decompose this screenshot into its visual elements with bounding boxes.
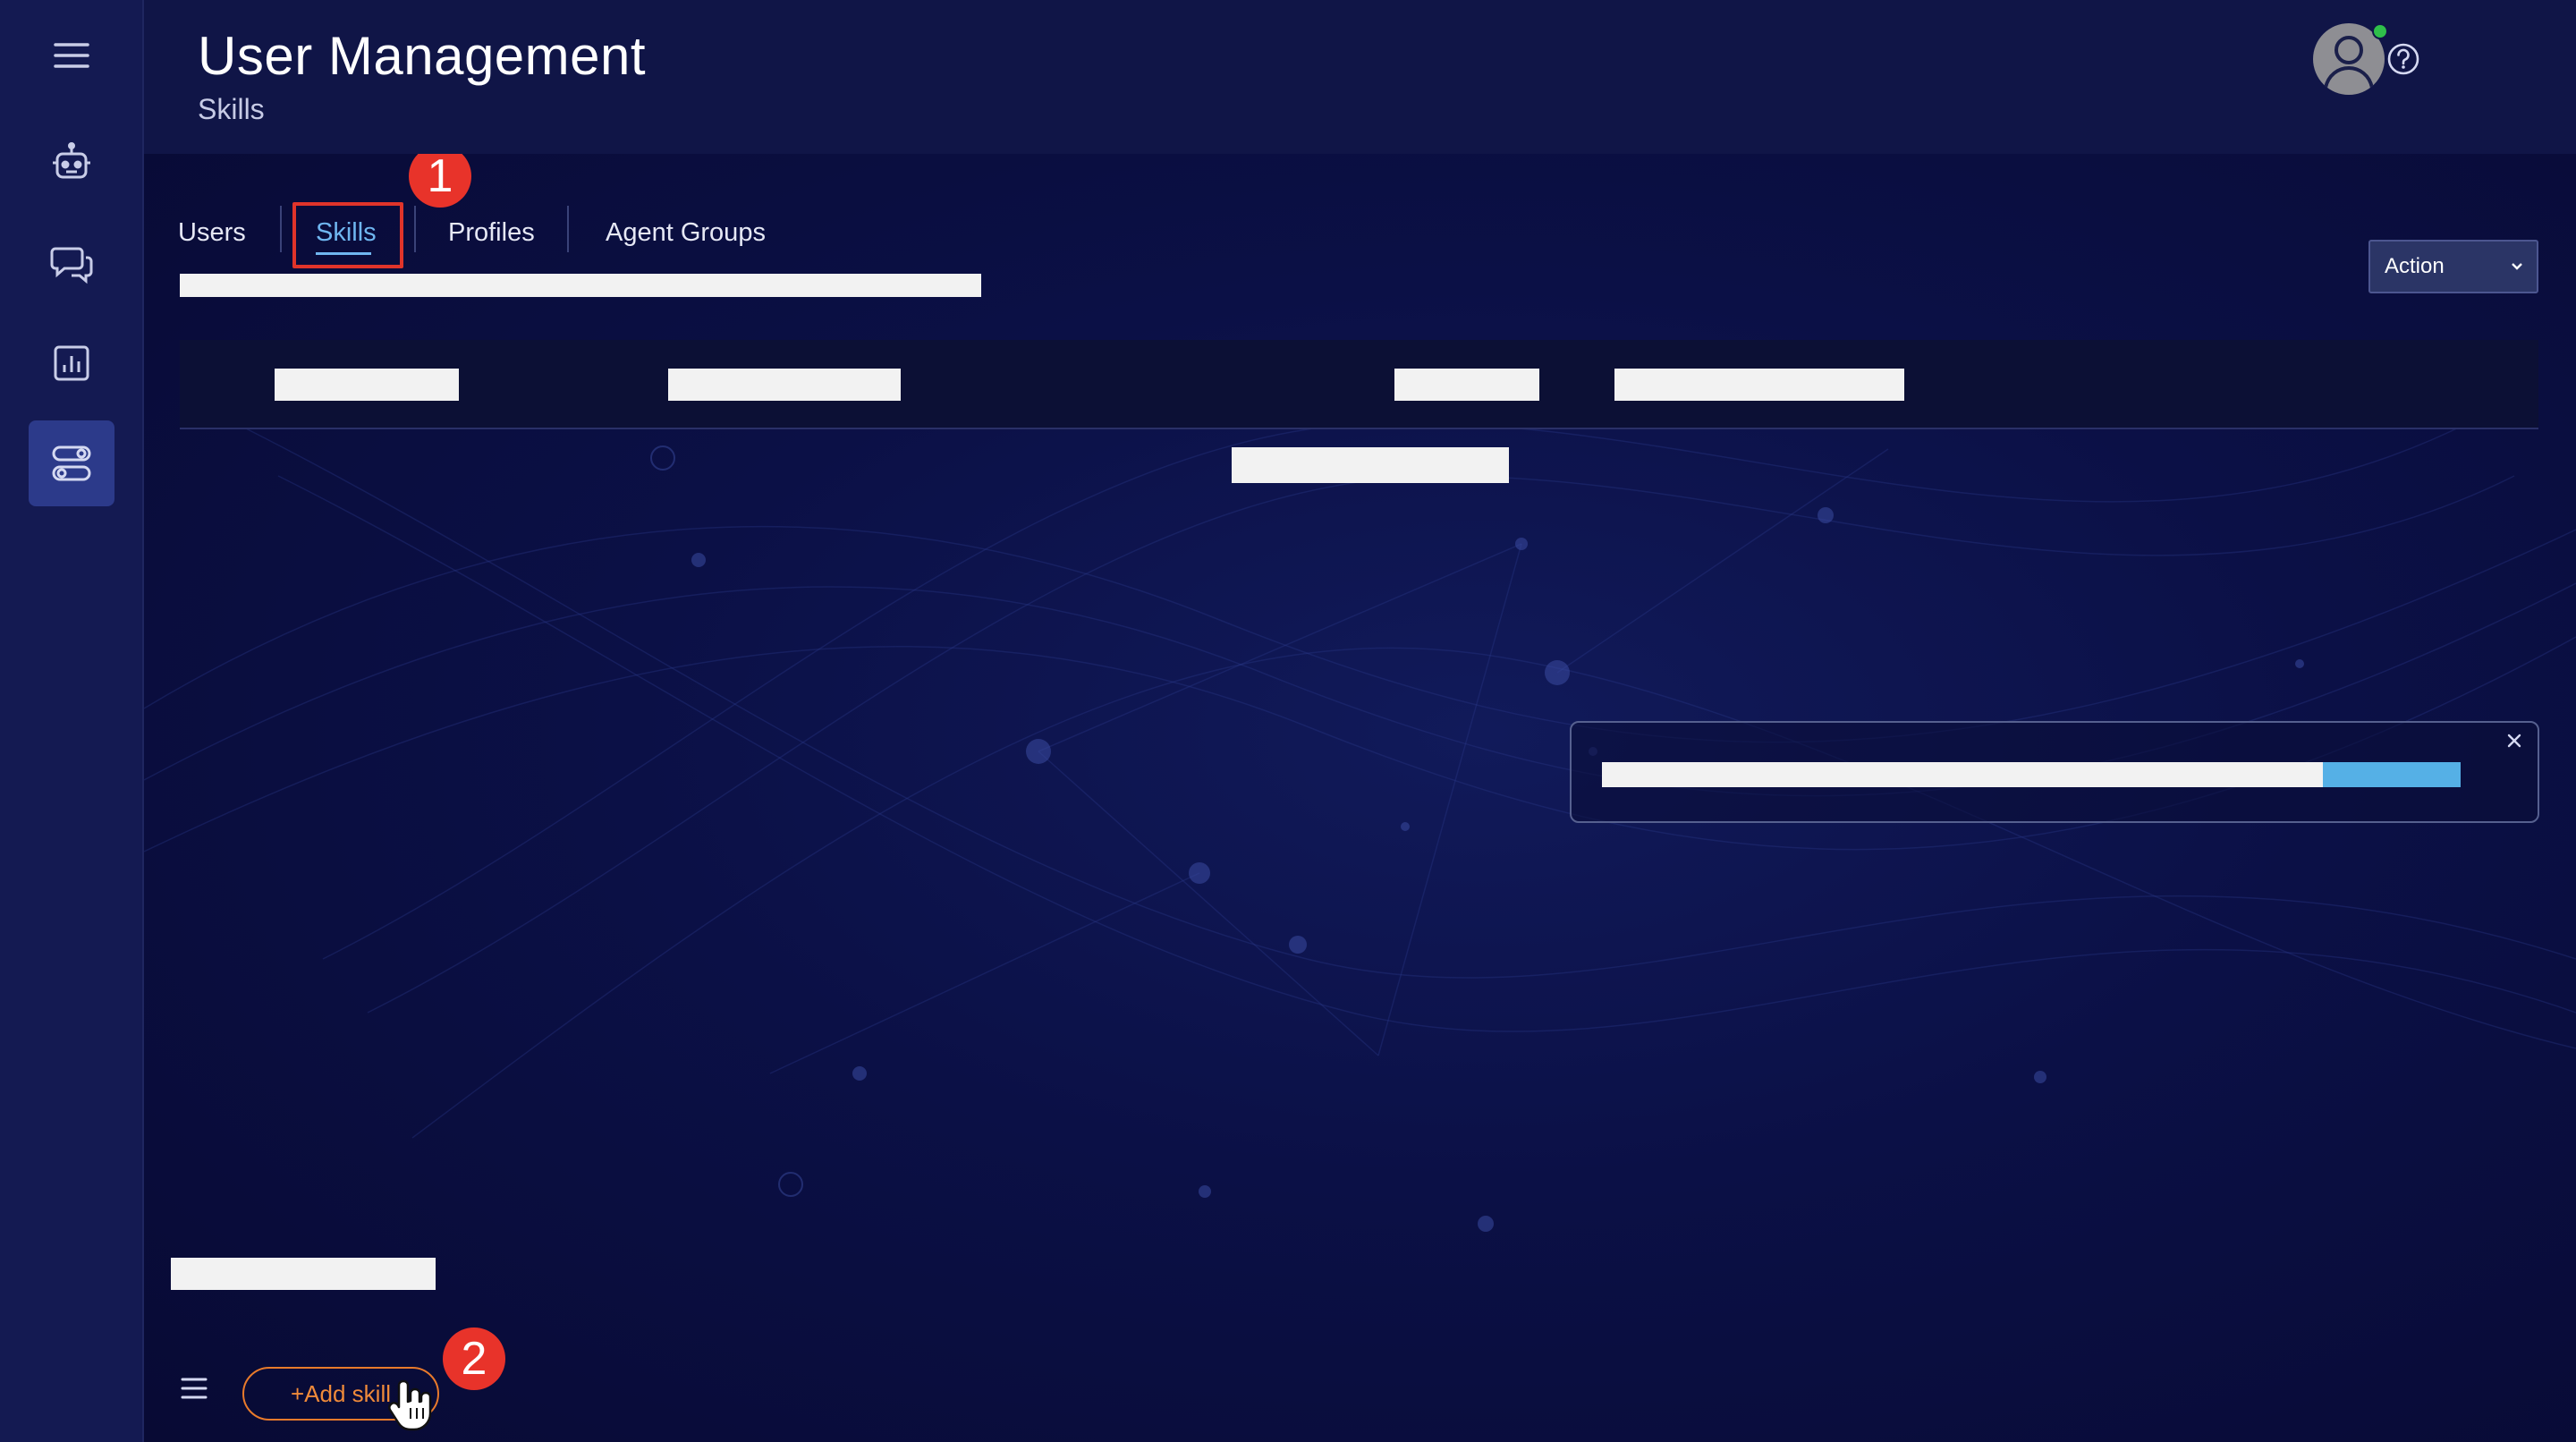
close-icon bbox=[2507, 734, 2521, 748]
redacted-notification-text bbox=[1602, 762, 2344, 787]
chevron-down-icon bbox=[2512, 263, 2522, 270]
help-button[interactable] bbox=[2384, 39, 2423, 79]
menu-button[interactable] bbox=[29, 13, 114, 98]
sidebar-item-analytics[interactable] bbox=[29, 320, 114, 406]
pointer-hand-icon bbox=[387, 1376, 437, 1433]
toast-close-button[interactable] bbox=[2502, 728, 2527, 753]
tab-divider bbox=[414, 206, 416, 252]
tab-divider bbox=[280, 206, 282, 252]
step-marker-2: 2 bbox=[443, 1327, 505, 1390]
sidebar bbox=[0, 0, 144, 1442]
page-title: User Management bbox=[198, 26, 647, 86]
notification-link[interactable] bbox=[2323, 762, 2461, 787]
main-content: Users Skills Profiles Agent Groups 1 Act… bbox=[144, 154, 2576, 1442]
tab-agent-groups[interactable]: Agent Groups bbox=[606, 218, 766, 248]
redacted-footer-text bbox=[171, 1258, 436, 1290]
redacted-column-header bbox=[1614, 369, 1904, 401]
sidebar-item-conversations[interactable] bbox=[29, 220, 114, 306]
redacted-column-header bbox=[275, 369, 459, 401]
sidebar-item-management[interactable] bbox=[29, 420, 114, 506]
redacted-empty-message bbox=[1232, 447, 1509, 483]
list-icon bbox=[181, 1378, 208, 1399]
sidebar-item-bots[interactable] bbox=[29, 120, 114, 206]
step-highlight-box bbox=[292, 202, 403, 268]
notification-toast bbox=[1570, 721, 2539, 823]
analytics-icon bbox=[54, 345, 89, 381]
table-header bbox=[180, 340, 2538, 429]
redacted-column-header bbox=[668, 369, 901, 401]
menu-icon bbox=[54, 43, 89, 68]
online-status-icon bbox=[2372, 23, 2388, 39]
help-icon bbox=[2387, 43, 2419, 75]
list-menu-button[interactable] bbox=[178, 1372, 210, 1404]
chat-icon bbox=[50, 247, 93, 284]
page-subtitle: Skills bbox=[198, 93, 265, 125]
action-dropdown-label: Action bbox=[2385, 254, 2445, 278]
redacted-text bbox=[180, 274, 981, 297]
page-header: User Management Skills bbox=[144, 0, 2576, 154]
redacted-column-header bbox=[1394, 369, 1539, 401]
action-dropdown[interactable]: Action bbox=[2368, 240, 2538, 293]
robot-icon bbox=[53, 142, 90, 179]
tab-users[interactable]: Users bbox=[178, 218, 246, 248]
tab-profiles[interactable]: Profiles bbox=[448, 218, 535, 248]
settings-toggles-icon bbox=[52, 445, 91, 481]
tab-divider bbox=[567, 206, 569, 252]
